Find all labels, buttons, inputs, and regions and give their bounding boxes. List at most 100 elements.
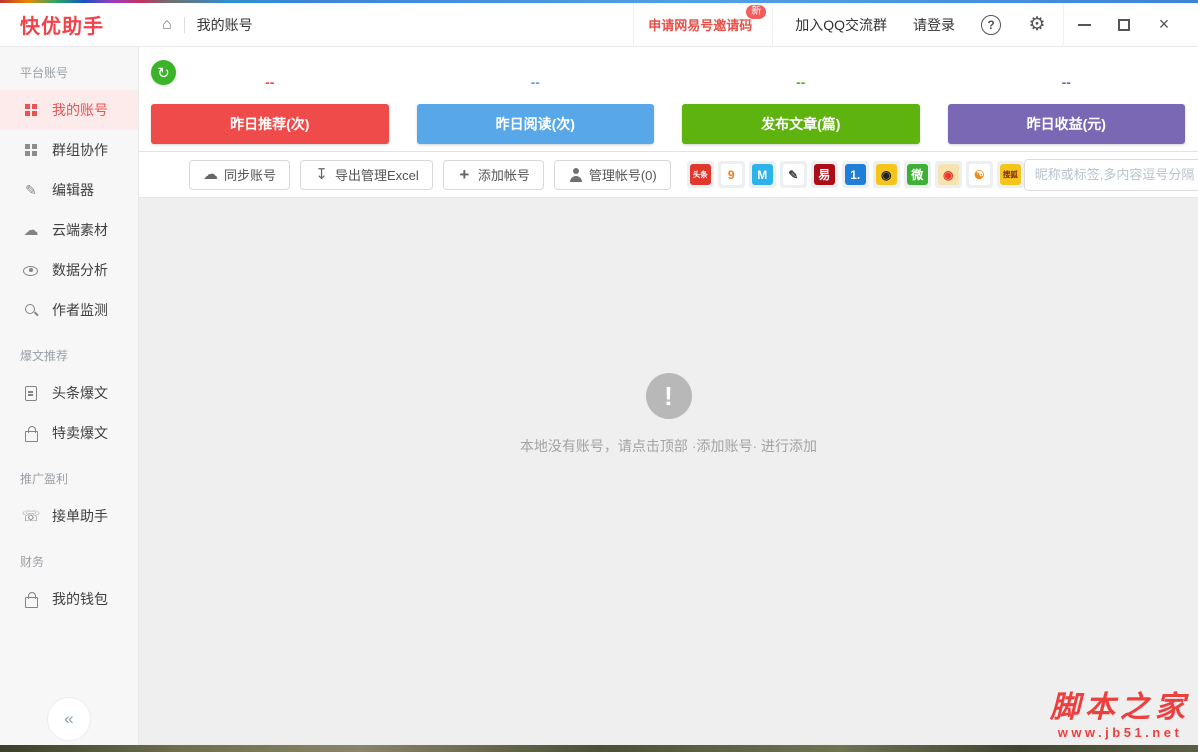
sidebar-item-my-wallet[interactable]: 我的钱包 [0,579,138,619]
alert-icon [646,373,692,419]
search-icon [23,302,39,318]
stat-value: -- [151,74,389,93]
sidebar-item-editor[interactable]: 编辑器 [0,170,138,210]
m-platform-icon: M [752,164,773,185]
phoenix-icon: ☯ [969,164,990,185]
help-icon[interactable]: ? [981,15,1001,35]
platform-toutiao[interactable]: 头条 [687,161,714,188]
breadcrumb: ⌂ 我的账号 [162,15,253,35]
sidebar-item-label: 接单助手 [52,506,108,526]
platform-yidian[interactable]: 1. [842,161,869,188]
cloud-icon [203,167,218,182]
netease-invite-label: 申请网易号邀请码 [648,18,752,33]
empty-state: 本地没有账号，请点击顶部 ·添加账号· 进行添加 [139,198,1198,745]
download-icon [314,167,329,182]
join-qq-group-link[interactable]: 加入QQ交流群 [795,15,887,35]
sidebar-item-toutiao-hot[interactable]: 头条爆文 [0,373,138,413]
home-icon[interactable]: ⌂ [162,16,172,34]
sidebar-item-author-monitor[interactable]: 作者监测 [0,290,138,330]
sidebar-section-finance: 财务 [0,536,138,579]
add-account-button[interactable]: 添加帐号 [443,160,544,190]
maximize-button[interactable] [1104,3,1144,47]
sidebar-section-hot-articles: 爆文推荐 [0,330,138,373]
platform-editor[interactable]: ✎ [780,161,807,188]
stat-button-reads[interactable]: 昨日阅读(次) [417,104,655,144]
sidebar-section-promotion: 推广盈利 [0,453,138,496]
account-toolbar: 同步账号 导出管理Excel 添加帐号 管理帐号(0) [139,152,1198,198]
minimize-button[interactable] [1064,3,1104,47]
sidebar-item-cloud-materials[interactable]: 云端素材 [0,210,138,250]
sidebar-item-order-assistant[interactable]: 接单助手 [0,496,138,536]
desktop-edge-bottom [0,745,1198,752]
netease-invite-link[interactable]: 申请网易号邀请码 新 [648,15,752,34]
dayu-icon: 9 [721,164,742,185]
sohu-icon: 搜狐 [1000,164,1021,185]
platform-sohu[interactable]: 搜狐 [997,161,1024,188]
sidebar-item-label: 群组协作 [52,140,108,160]
camera-platform-icon: ◉ [876,164,897,185]
button-label: 添加帐号 [478,165,530,184]
bag-icon [23,425,39,441]
wechat-icon: 微 [907,164,928,185]
eye-icon [23,262,39,278]
sidebar-item-label: 特卖爆文 [52,423,108,443]
gear-icon[interactable]: ⚙ [1027,15,1047,35]
stat-value: -- [682,74,920,93]
sync-accounts-button[interactable]: 同步账号 [189,160,290,190]
close-button[interactable]: × [1144,3,1184,47]
netease-icon: 易 [814,164,835,185]
button-label: 导出管理Excel [335,165,419,184]
app-window: 快优助手 ⌂ 我的账号 申请网易号邀请码 新 加入QQ交流群 请登录 ? ⚙ × [0,0,1198,752]
sidebar-item-label: 数据分析 [52,260,108,280]
breadcrumb-label: 我的账号 [197,15,253,35]
stat-card-recommend: -- 昨日推荐(次) [151,47,389,151]
platform-m-blue[interactable]: M [749,161,776,188]
platform-phoenix[interactable]: ☯ [966,161,993,188]
sidebar-item-label: 我的账号 [52,100,108,120]
sidebar-section-platform-accounts: 平台账号 [0,47,138,90]
sidebar-item-label: 编辑器 [52,180,94,200]
login-link[interactable]: 请登录 [913,15,955,35]
search-input[interactable] [1035,167,1198,182]
stat-button-earnings[interactable]: 昨日收益(元) [948,104,1186,144]
platform-weibo[interactable]: ◉ [935,161,962,188]
sidebar-item-label: 云端素材 [52,220,108,240]
platform-netease[interactable]: 易 [811,161,838,188]
document-icon [23,385,39,401]
stat-card-reads: -- 昨日阅读(次) [417,47,655,151]
title-bar: 快优助手 ⌂ 我的账号 申请网易号邀请码 新 加入QQ交流群 请登录 ? ⚙ × [0,3,1198,47]
sidebar-item-group-collaboration[interactable]: 群组协作 [0,130,138,170]
sidebar-item-label: 作者监测 [52,300,108,320]
sidebar-item-sale-hot[interactable]: 特卖爆文 [0,413,138,453]
platform-dayu[interactable]: 9 [718,161,745,188]
platform-camera[interactable]: ◉ [873,161,900,188]
platform-filter-strip: 头条 9 M ✎ 易 1. ◉ 微 ◉ ☯ 搜狐 [687,161,1024,188]
user-icon [568,167,583,182]
sidebar-collapse-button[interactable]: « [47,697,91,741]
wallet-icon [23,591,39,607]
sidebar-item-my-accounts[interactable]: 我的账号 [0,90,138,130]
app-logo: 快优助手 [20,10,138,39]
sidebar-item-data-analysis[interactable]: 数据分析 [0,250,138,290]
manage-accounts-button[interactable]: 管理帐号(0) [554,160,671,190]
editor-platform-icon: ✎ [783,164,804,185]
weibo-icon: ◉ [938,164,959,185]
button-label: 管理帐号(0) [589,165,657,184]
main-content: ↻ -- 昨日推荐(次) -- 昨日阅读(次) -- 发布文章(篇) [139,47,1198,745]
empty-message: 本地没有账号，请点击顶部 ·添加账号· 进行添加 [520,436,817,456]
stats-panel: ↻ -- 昨日推荐(次) -- 昨日阅读(次) -- 发布文章(篇) [139,47,1198,152]
header-divider [772,3,773,47]
sidebar: 平台账号 我的账号 群组协作 编辑器 云端素材 [0,47,139,745]
export-excel-button[interactable]: 导出管理Excel [300,160,433,190]
yidian-icon: 1. [845,164,866,185]
breadcrumb-divider [184,17,185,33]
refresh-icon[interactable]: ↻ [151,60,176,85]
platform-wechat[interactable]: 微 [904,161,931,188]
phone-icon [23,508,39,524]
stat-card-published: -- 发布文章(篇) [682,47,920,151]
new-badge: 新 [746,5,766,19]
stat-button-recommend[interactable]: 昨日推荐(次) [151,104,389,144]
edit-icon [23,182,39,198]
stat-button-published[interactable]: 发布文章(篇) [682,104,920,144]
grid-icon [23,102,39,118]
